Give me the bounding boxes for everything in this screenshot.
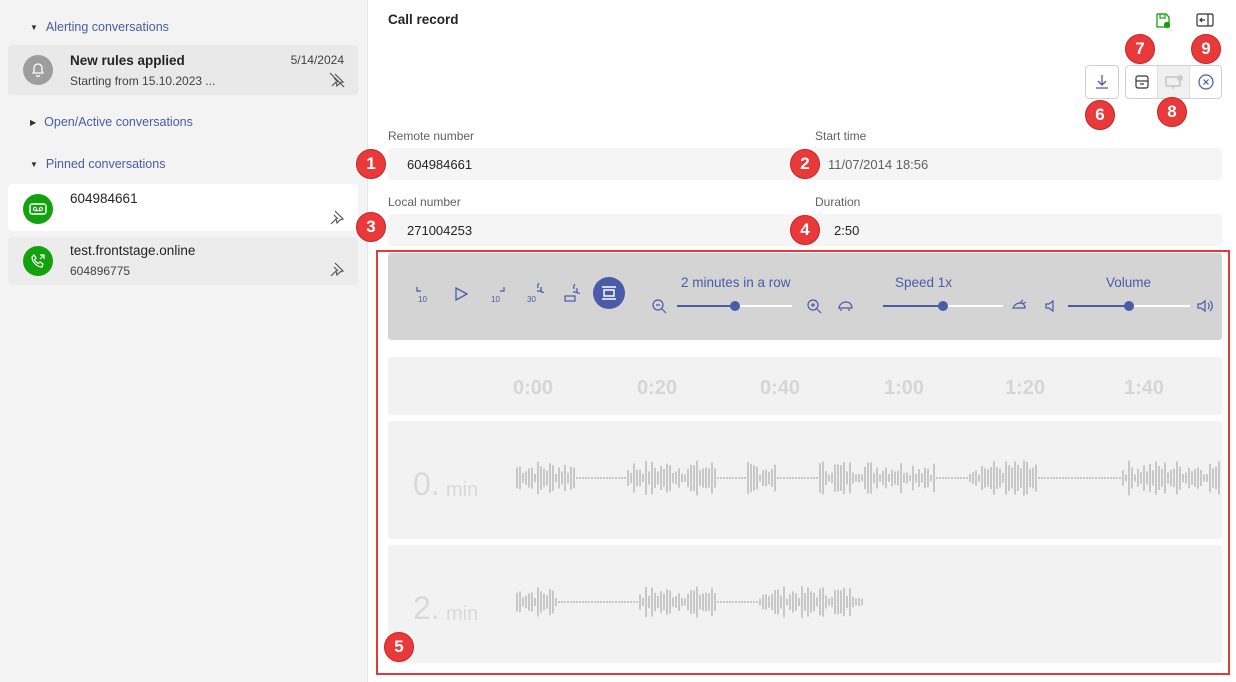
section-pinned[interactable]: ▼ Pinned conversations bbox=[30, 157, 165, 171]
pinned-title: test.frontstage.online bbox=[70, 243, 196, 258]
screen-share-icon bbox=[1164, 75, 1183, 89]
close-record-button[interactable] bbox=[1190, 66, 1221, 98]
expand-triangle-icon: ▼ bbox=[30, 159, 38, 169]
pin-icon[interactable] bbox=[328, 260, 346, 278]
annotation-badge: 8 bbox=[1157, 97, 1187, 127]
voicemail-icon bbox=[23, 194, 53, 224]
duration-value: 2:50 bbox=[834, 223, 860, 238]
pinned-conversation[interactable]: test.frontstage.online 604896775 bbox=[8, 237, 358, 285]
download-button[interactable] bbox=[1085, 65, 1119, 99]
section-pinned-label: Pinned conversations bbox=[45, 157, 166, 171]
phone-icon bbox=[23, 246, 53, 276]
annotation-badge: 5 bbox=[384, 632, 414, 662]
unpin-icon[interactable] bbox=[328, 71, 346, 89]
download-icon bbox=[1096, 75, 1108, 89]
duration-label: Duration bbox=[815, 195, 861, 209]
alert-date: 5/14/2024 bbox=[290, 53, 344, 67]
collapse-triangle-icon: ▶ bbox=[30, 117, 37, 127]
start-time-label: Start time bbox=[815, 129, 867, 143]
annotation-badge: 1 bbox=[356, 149, 386, 179]
close-circle-icon bbox=[1197, 74, 1214, 90]
local-number-label: Local number bbox=[388, 195, 461, 209]
remote-number-value: 604984661 bbox=[407, 157, 473, 172]
alert-card[interactable]: New rules applied Starting from 15.10.20… bbox=[8, 45, 358, 95]
archive-icon bbox=[1134, 75, 1149, 89]
section-alerting[interactable]: ▼ Alerting conversations bbox=[30, 20, 169, 34]
annotation-badge: 4 bbox=[790, 215, 820, 245]
save-icon[interactable] bbox=[1152, 10, 1174, 32]
pin-icon[interactable] bbox=[328, 208, 346, 226]
pinned-subtitle: 604896775 bbox=[70, 264, 131, 278]
annotation-badge: 6 bbox=[1085, 100, 1115, 130]
alert-subtitle: Starting from 15.10.2023 ... bbox=[70, 74, 216, 88]
page-title: Call record bbox=[388, 12, 459, 27]
annotation-badge: 7 bbox=[1125, 34, 1155, 64]
section-alerting-label: Alerting conversations bbox=[45, 20, 169, 34]
collapse-panel-icon[interactable] bbox=[1194, 9, 1216, 31]
section-open[interactable]: ▶ Open/Active conversations bbox=[30, 115, 193, 129]
archive-button[interactable] bbox=[1126, 66, 1158, 98]
bell-icon bbox=[23, 55, 53, 85]
conversation-sidebar: ▼ Alerting conversations New rules appli… bbox=[0, 0, 368, 682]
local-number-value: 271004253 bbox=[407, 223, 473, 238]
section-open-label: Open/Active conversations bbox=[44, 115, 193, 129]
start-time-value: 11/07/2014 18:56 bbox=[828, 157, 929, 172]
remote-number-label: Remote number bbox=[388, 129, 475, 143]
alert-title: New rules applied bbox=[70, 53, 185, 68]
pinned-conversation[interactable]: 604984661 bbox=[8, 184, 358, 231]
annotation-badge: 3 bbox=[356, 212, 386, 242]
annotation-badge: 9 bbox=[1191, 34, 1221, 64]
player-highlight-frame bbox=[376, 250, 1230, 675]
pinned-title: 604984661 bbox=[70, 191, 138, 206]
record-action-group bbox=[1125, 65, 1222, 99]
annotation-badge: 2 bbox=[790, 149, 820, 179]
screen-share-button[interactable] bbox=[1158, 66, 1190, 98]
expand-triangle-icon: ▼ bbox=[30, 22, 38, 32]
